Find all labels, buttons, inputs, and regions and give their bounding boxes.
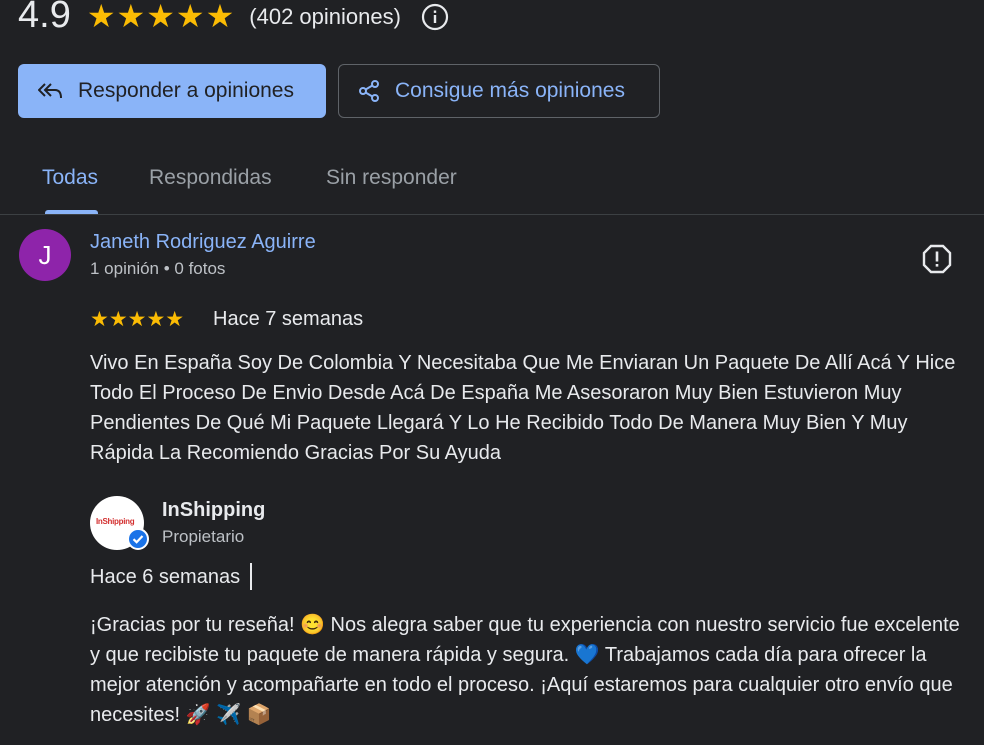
rating-summary: 4.9 ★★★★★ (402 opiniones) (18, 0, 449, 36)
active-tab-indicator (45, 210, 98, 214)
reply-to-reviews-button[interactable]: Responder a opiniones (18, 64, 326, 118)
reviewer-meta: 1 opinión • 0 fotos (90, 259, 226, 278)
tab-all[interactable]: Todas (42, 166, 98, 190)
reviewer-name[interactable]: Janeth Rodriguez Aguirre (90, 231, 316, 254)
report-flag-icon[interactable] (921, 243, 953, 275)
get-more-reviews-button[interactable]: Consigue más opiniones (338, 64, 660, 118)
average-rating: 4.9 (18, 0, 71, 36)
review-filter-tabs: Todas Respondidas Sin responder (0, 150, 984, 215)
share-icon (359, 80, 379, 102)
tab-answered[interactable]: Respondidas (149, 166, 272, 190)
tab-unanswered[interactable]: Sin responder (326, 166, 457, 190)
verified-badge-icon (127, 528, 149, 550)
review-text: Vivo En España Soy De Colombia Y Necesit… (90, 352, 956, 464)
owner-role: Propietario (162, 527, 245, 546)
avatar-letter: J (38, 239, 52, 270)
reply-to-reviews-label: Responder a opiniones (78, 79, 294, 102)
rating-stars: ★★★★★ (86, 0, 236, 34)
reviewer-avatar[interactable]: J (19, 229, 71, 281)
review-count: (402 opiniones) (249, 4, 401, 29)
review-stars: ★★★★★ (90, 308, 185, 331)
text-cursor (250, 563, 252, 590)
owner-logo-text: InShipping (96, 517, 135, 526)
reply-text: ¡Gracias por tu reseña! 😊 Nos alegra sab… (90, 614, 960, 726)
get-more-reviews-label: Consigue más opiniones (395, 79, 625, 102)
review-time: Hace 7 semanas (213, 308, 364, 330)
reply-all-icon (38, 83, 62, 99)
owner-name: InShipping (162, 499, 266, 521)
reply-time: Hace 6 semanas (90, 566, 241, 588)
info-icon[interactable] (421, 3, 449, 31)
